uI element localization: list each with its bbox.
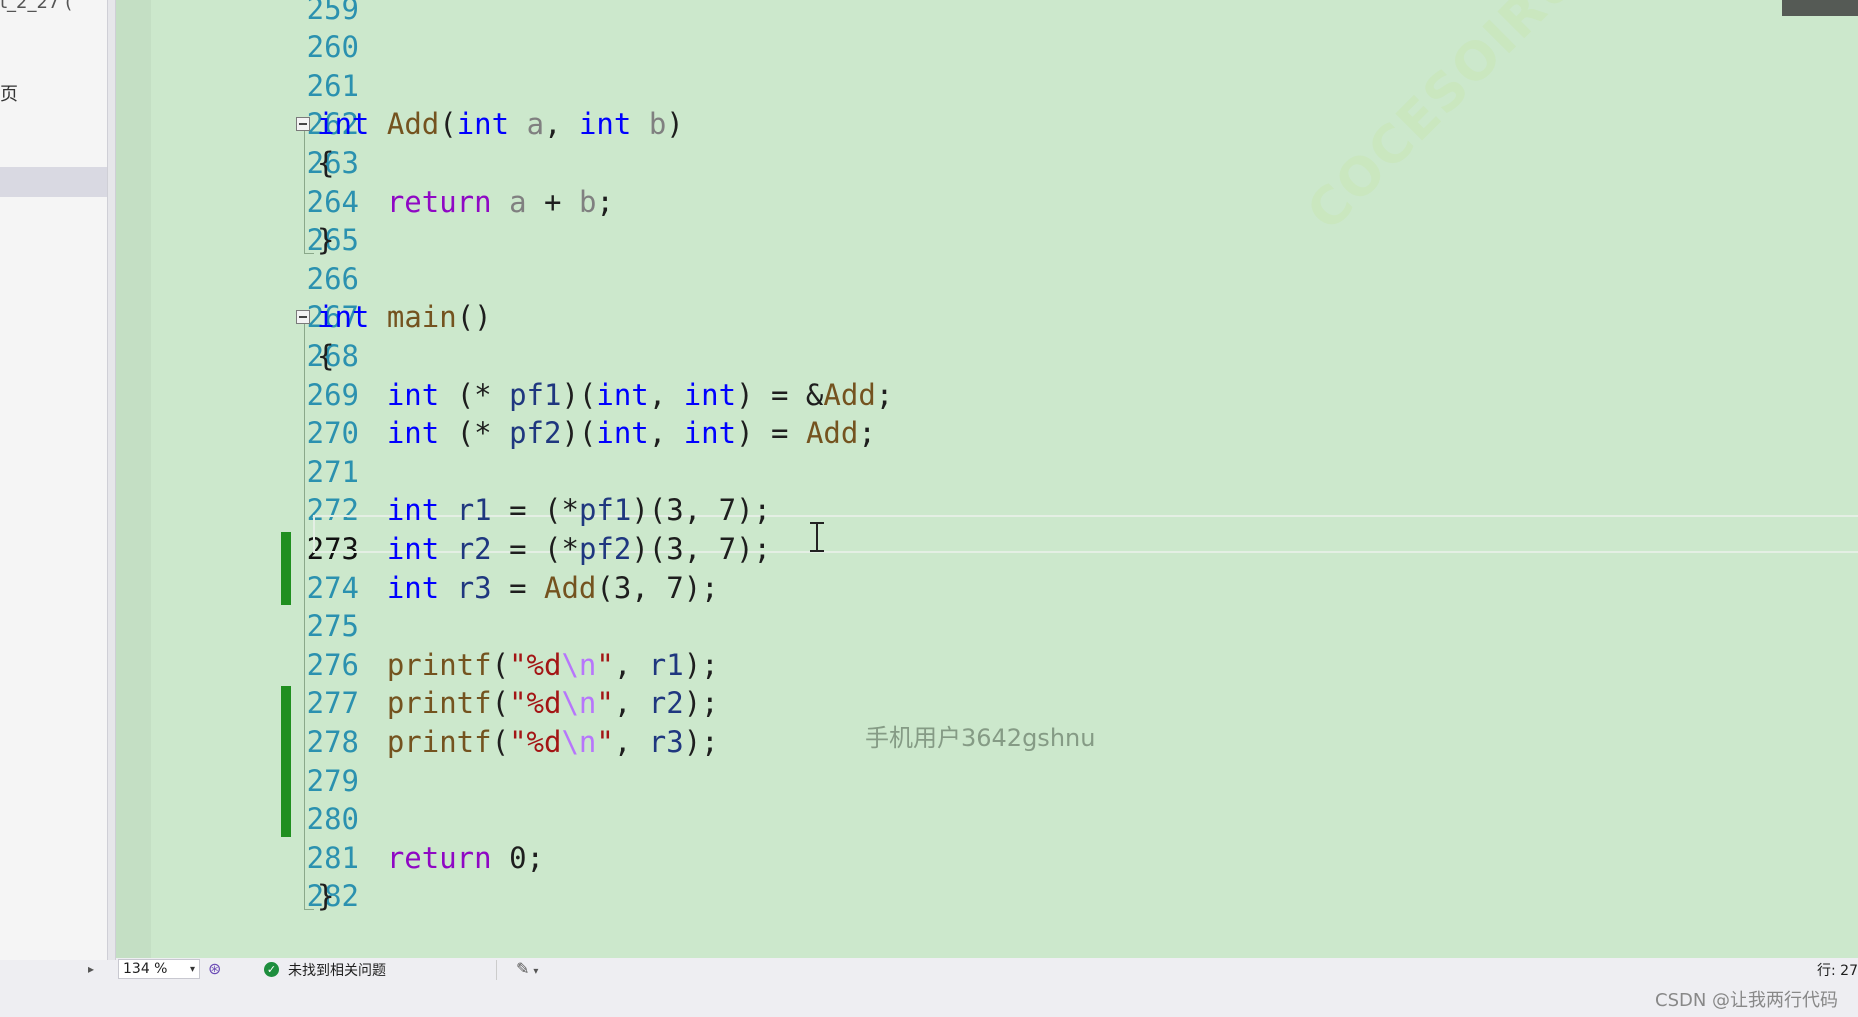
diagonal-watermark: COCESOIRU — [1296, 0, 1592, 243]
code-line[interactable]: int (* pf1)(int, int) = &Add; — [317, 376, 893, 414]
line-number: 261 — [306, 68, 359, 103]
code-line[interactable]: } — [317, 221, 334, 259]
outline-guide — [304, 131, 305, 254]
code-line[interactable]: int Add(int a, int b) — [317, 105, 684, 143]
code-editor[interactable]: 259 260 261 262 263 264 265 266 267 268 269 270 271 2… — [116, 0, 1858, 958]
outline-guide-end — [304, 253, 314, 255]
line-number: 266 — [306, 261, 359, 296]
line-position-indicator: 行: 27 — [1817, 963, 1858, 979]
code-line[interactable]: printf("%d\n", r3); — [317, 723, 719, 761]
chevron-down-icon[interactable]: ▾ — [533, 966, 538, 977]
zoom-level-value: 134 % — [123, 961, 168, 977]
panel-splitter[interactable] — [107, 0, 116, 960]
collapse-minus-icon[interactable] — [296, 310, 310, 325]
code-line[interactable]: { — [317, 337, 334, 375]
video-thumbnail — [1782, 0, 1858, 16]
code-line[interactable]: int (* pf2)(int, int) = Add; — [317, 414, 876, 452]
code-line[interactable]: int r1 = (*pf1)(3, 7); — [317, 491, 771, 529]
code-line[interactable]: printf("%d\n", r2); — [317, 684, 719, 722]
code-line[interactable]: int r2 = (*pf2)(3, 7); — [317, 530, 771, 568]
code-line[interactable]: int main() — [317, 298, 492, 336]
editor-status-bar: 134 % ▾ ⊛ ✓ 未找到相关问题 ✎ ▾ 行: 27 — [116, 958, 1858, 982]
code-line[interactable]: printf("%d\n", r1); — [317, 646, 719, 684]
line-number: 271 — [306, 454, 359, 489]
outline-guide — [304, 324, 305, 910]
code-line[interactable]: int r3 = Add(3, 7); — [317, 569, 719, 607]
expand-arrow-icon[interactable]: ▸ — [88, 962, 94, 976]
line-number: 279 — [306, 763, 359, 798]
line-number: 275 — [306, 609, 359, 644]
line-number: 259 — [306, 0, 359, 26]
status-divider — [496, 960, 497, 980]
code-line[interactable]: } — [317, 877, 334, 915]
indicator-margin[interactable] — [116, 0, 151, 958]
code-line[interactable]: return 0; — [317, 839, 544, 877]
selected-tree-item[interactable] — [0, 167, 107, 197]
line-number: 280 — [306, 802, 359, 837]
chevron-down-icon[interactable]: ▾ — [190, 960, 195, 979]
code-cleanup-icon[interactable]: ✎ ▾ — [516, 959, 538, 978]
solution-item-label[interactable]: t_2_27 ( — [0, 0, 72, 13]
outline-guide-end — [304, 909, 314, 911]
check-circle-icon: ✓ — [264, 962, 279, 977]
text-ibeam-cursor-icon — [810, 522, 824, 552]
change-bar — [281, 531, 291, 606]
line-number: 260 — [306, 30, 359, 65]
change-bar — [281, 686, 291, 837]
issues-status-text[interactable]: 未找到相关问题 — [288, 960, 386, 980]
user-watermark: 手机用户3642gshnu — [865, 724, 1096, 752]
solution-explorer-panel: t_2_27 ( 页 ▸ — [0, 0, 107, 976]
sidebar-page-label[interactable]: 页 — [0, 80, 18, 106]
csdn-credit-watermark: CSDN @让我两行代码 — [1655, 990, 1839, 1011]
collapse-minus-icon[interactable] — [296, 117, 310, 132]
code-line[interactable]: return a + b; — [317, 183, 614, 221]
zoom-level-dropdown[interactable]: 134 % ▾ — [118, 959, 200, 979]
copilot-icon[interactable]: ⊛ — [208, 960, 226, 978]
code-line[interactable]: { — [317, 144, 334, 182]
